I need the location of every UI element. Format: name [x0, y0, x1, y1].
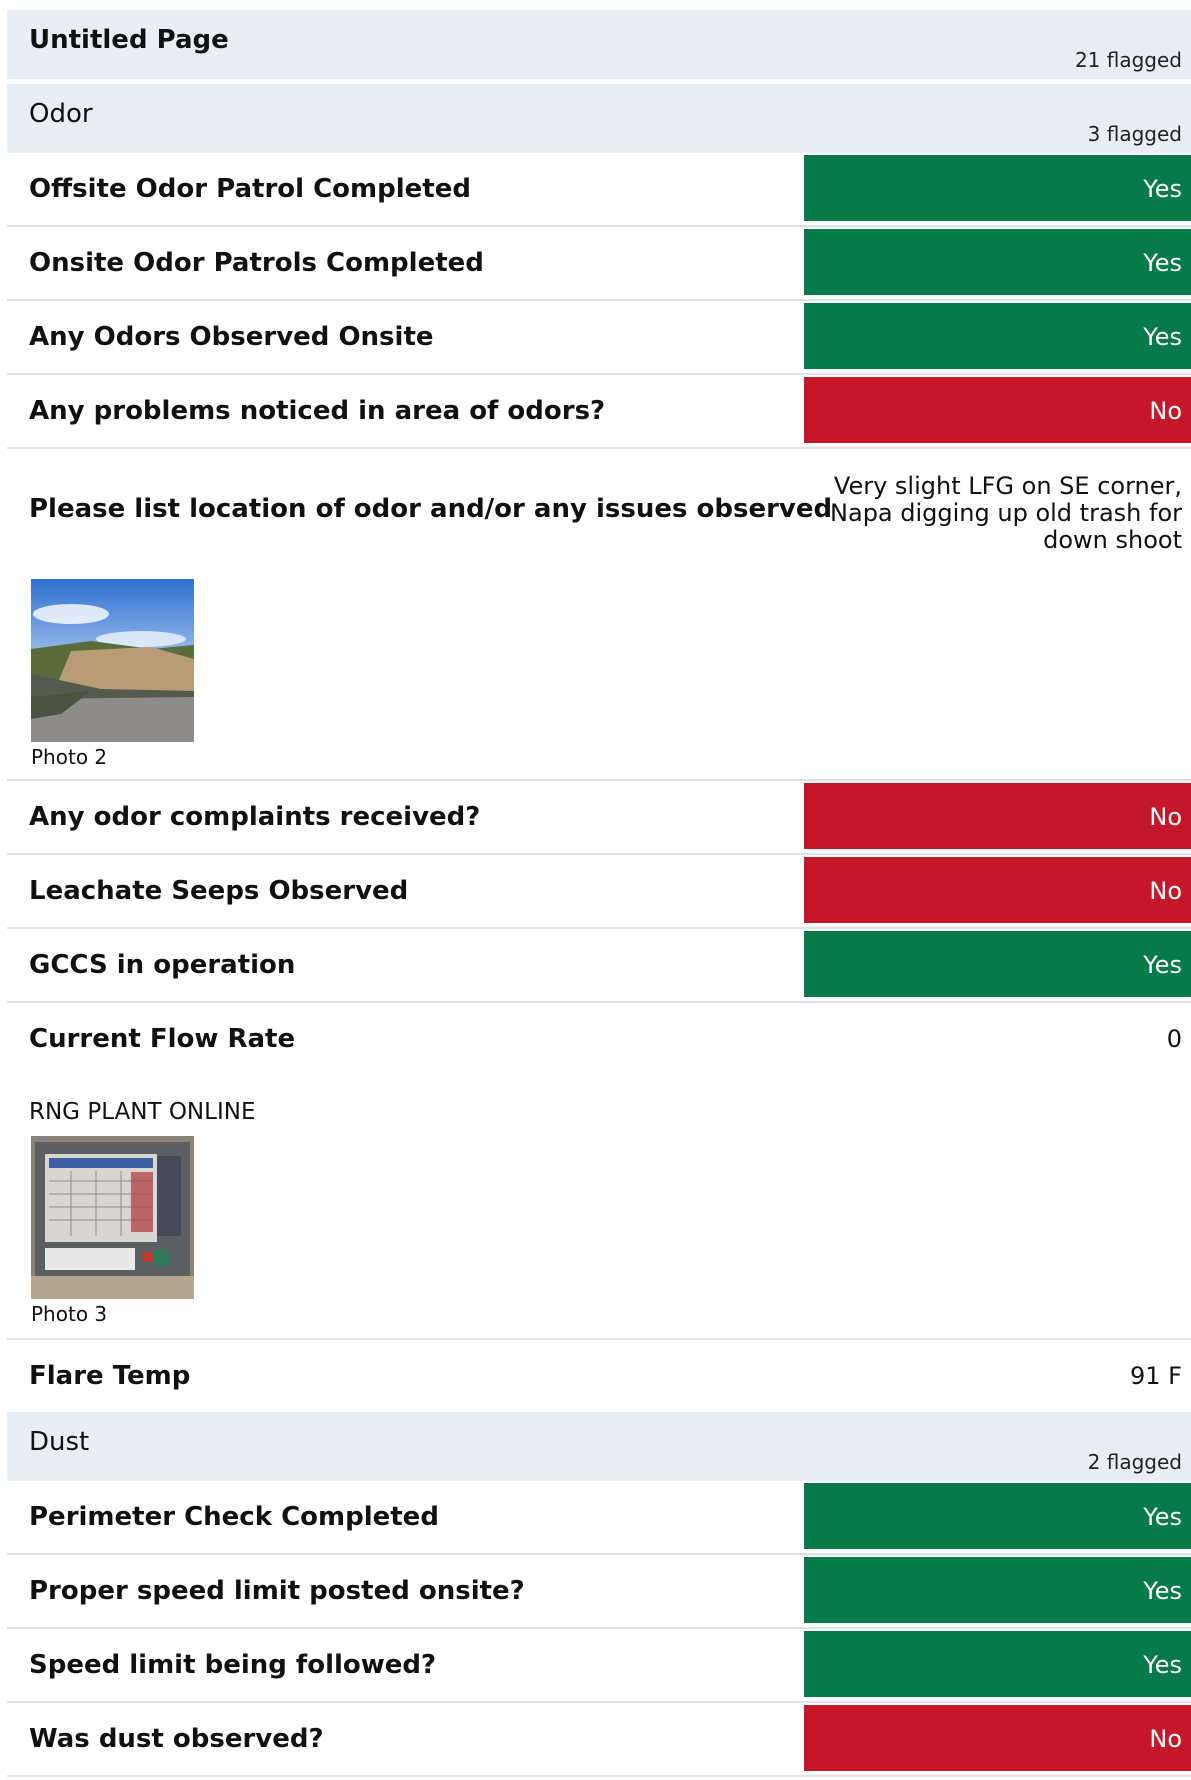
- question-label: Please list location of odor and/or any …: [29, 494, 833, 524]
- photo-caption: Photo 3: [31, 1302, 108, 1326]
- page-flagged-count: 21 flagged: [1074, 48, 1182, 72]
- question-row-dust-observed: Was dust observed? No: [7, 1703, 1191, 1777]
- photo-3-thumbnail[interactable]: [31, 1136, 194, 1299]
- section-flagged-count: 3 flagged: [1087, 122, 1182, 146]
- section-header-dust[interactable]: Dust 2 flagged: [7, 1412, 1191, 1481]
- question-label: Any odor complaints received?: [29, 802, 481, 832]
- question-label: Offsite Odor Patrol Completed: [29, 174, 471, 204]
- answer-yes-badge: Yes: [804, 1631, 1191, 1697]
- question-label: Onsite Odor Patrols Completed: [29, 248, 484, 278]
- answer-no-badge: No: [804, 377, 1191, 443]
- answer-yes-badge: Yes: [804, 303, 1191, 369]
- question-row-flare-temp: Flare Temp 91 F: [7, 1340, 1191, 1412]
- photo-2-thumbnail[interactable]: [31, 579, 194, 742]
- answer-text: Very slight LFG on SE corner, Napa diggi…: [830, 472, 1182, 554]
- question-row-odor-complaints: Any odor complaints received? No: [7, 781, 1191, 855]
- question-row-gccs-operation: GCCS in operation Yes: [7, 929, 1191, 1003]
- answer-yes-badge: Yes: [804, 229, 1191, 295]
- answer-yes-badge: Yes: [804, 931, 1191, 997]
- question-row-problems-noticed: Any problems noticed in area of odors? N…: [7, 375, 1191, 449]
- answer-value: 91 F: [1130, 1362, 1182, 1390]
- page-header: Untitled Page 21 flagged: [7, 10, 1191, 79]
- question-row-current-flow-rate: Current Flow Rate 0 RNG PLANT ONLINE Pho…: [7, 1003, 1191, 1340]
- section-title: Dust: [29, 1427, 90, 1457]
- answer-yes-badge: Yes: [804, 155, 1191, 221]
- answer-note: RNG PLANT ONLINE: [29, 1099, 256, 1125]
- inspection-report: Untitled Page 21 flagged Odor 3 flagged …: [7, 0, 1191, 1777]
- answer-yes-badge: Yes: [804, 1557, 1191, 1623]
- question-label: Any problems noticed in area of odors?: [29, 396, 606, 426]
- answer-value: 0: [1166, 1025, 1182, 1053]
- section-title: Odor: [29, 99, 93, 129]
- answer-no-badge: No: [804, 1705, 1191, 1771]
- answer-no-badge: No: [804, 783, 1191, 849]
- question-row-offsite-odor-patrol: Offsite Odor Patrol Completed Yes: [7, 153, 1191, 227]
- question-row-speed-limit-followed: Speed limit being followed? Yes: [7, 1629, 1191, 1703]
- section-flagged-count: 2 flagged: [1087, 1450, 1182, 1474]
- section-header-odor[interactable]: Odor 3 flagged: [7, 84, 1191, 153]
- question-label: Leachate Seeps Observed: [29, 876, 409, 906]
- question-label: Any Odors Observed Onsite: [29, 322, 434, 352]
- question-label: Current Flow Rate: [29, 1024, 296, 1054]
- question-row-perimeter-check: Perimeter Check Completed Yes: [7, 1481, 1191, 1555]
- answer-yes-badge: Yes: [804, 1483, 1191, 1549]
- photo-caption: Photo 2: [31, 745, 108, 769]
- page-title: Untitled Page: [29, 25, 229, 55]
- question-label: Proper speed limit posted onsite?: [29, 1576, 525, 1606]
- question-label: GCCS in operation: [29, 950, 296, 980]
- question-row-odors-observed: Any Odors Observed Onsite Yes: [7, 301, 1191, 375]
- question-row-odor-location: Please list location of odor and/or any …: [7, 449, 1191, 781]
- answer-no-badge: No: [804, 857, 1191, 923]
- question-label: Speed limit being followed?: [29, 1650, 437, 1680]
- question-row-leachate-seeps: Leachate Seeps Observed No: [7, 855, 1191, 929]
- question-label: Flare Temp: [29, 1361, 191, 1391]
- question-label: Was dust observed?: [29, 1724, 324, 1754]
- question-row-speed-limit-posted: Proper speed limit posted onsite? Yes: [7, 1555, 1191, 1629]
- question-label: Perimeter Check Completed: [29, 1502, 439, 1532]
- question-row-onsite-odor-patrols: Onsite Odor Patrols Completed Yes: [7, 227, 1191, 301]
